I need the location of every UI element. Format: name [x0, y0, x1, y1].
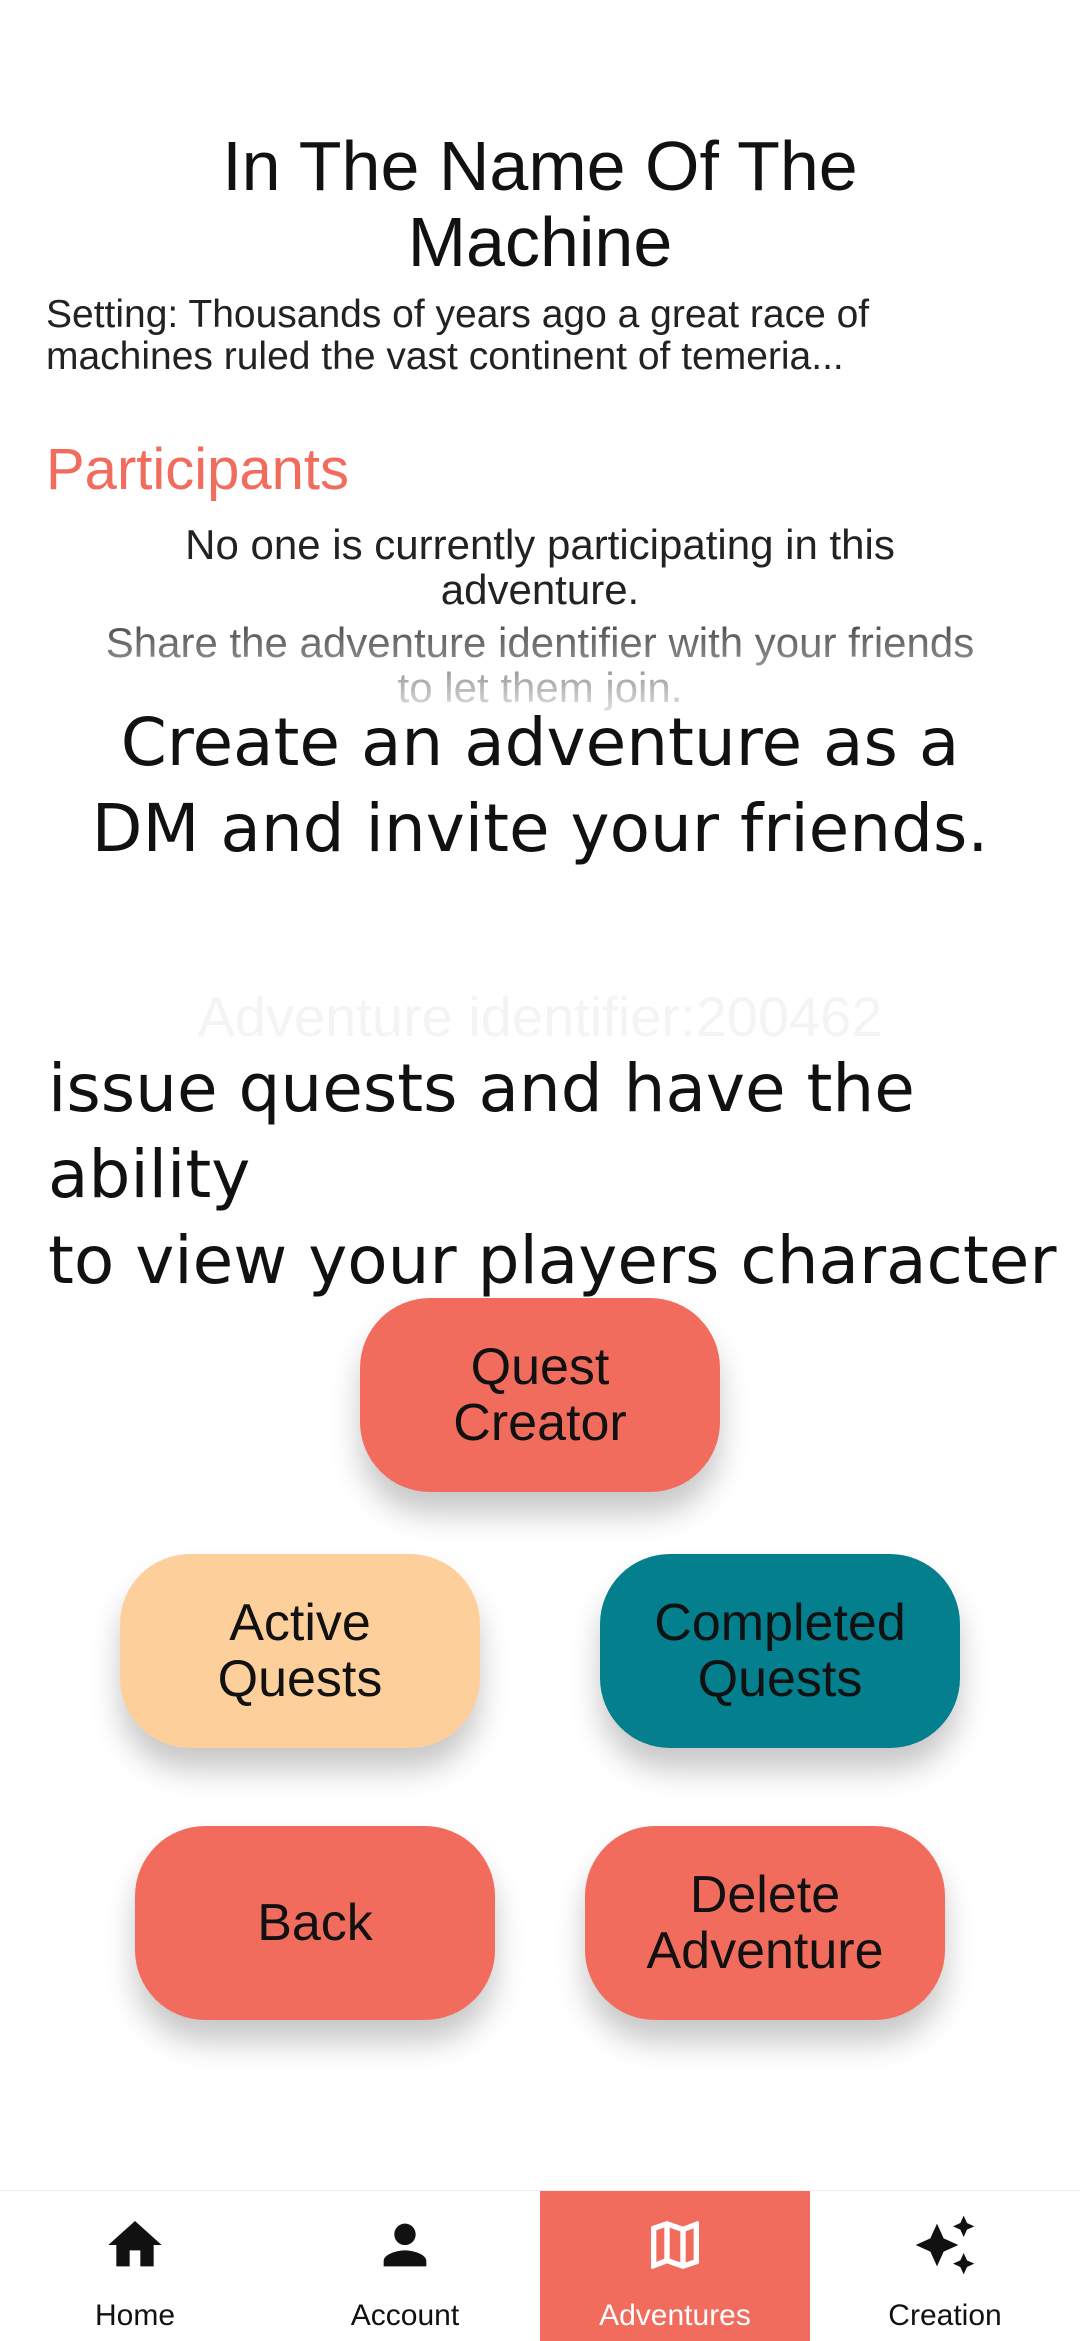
- nav-label-account: Account: [350, 2299, 460, 2332]
- nav-item-account[interactable]: Account: [270, 2191, 540, 2341]
- person-icon: [383, 2223, 427, 2267]
- create-adventure-message: Create an adventure as a DM and invite y…: [91, 704, 989, 867]
- home-icon: [108, 2221, 162, 2267]
- participants-empty-message: No one is currently participating in thi…: [185, 521, 895, 613]
- quest-creator-button[interactable]: Quest Creator: [360, 1298, 720, 1492]
- dm-abilities-line-2: to view your players character: [48, 1222, 1057, 1299]
- adventure-title: In The Name Of The Machine: [222, 127, 858, 281]
- nav-item-adventures[interactable]: Adventures: [540, 2191, 810, 2341]
- adventure-identifier-label: Adventure identifier:: [197, 985, 696, 1048]
- active-quests-button[interactable]: Active Quests: [120, 1554, 480, 1748]
- bottom-navigation: Home Account Adventures Creation: [0, 2190, 1080, 2341]
- share-hint-container: Share the adventure identifier with your…: [100, 620, 980, 712]
- dm-abilities-line-1: issue quests and have the ability: [48, 1050, 915, 1213]
- delete-adventure-button[interactable]: Delete Adventure: [585, 1826, 945, 2020]
- map-icon: [651, 2221, 699, 2269]
- status-bar: [0, 18, 1080, 58]
- nav-label-home: Home: [94, 2299, 176, 2332]
- completed-quests-button[interactable]: Completed Quests: [600, 1554, 960, 1748]
- adventure-identifier-value: 200462: [695, 985, 883, 1048]
- nav-item-home[interactable]: Home: [0, 2191, 270, 2341]
- share-hint: Share the adventure identifier with your…: [105, 620, 975, 711]
- back-button[interactable]: Back: [135, 1826, 495, 2020]
- adventure-identifier: Adventure identifier:200462: [120, 984, 960, 1049]
- nav-item-creation[interactable]: Creation: [810, 2191, 1080, 2341]
- participants-heading: Participants: [46, 437, 350, 502]
- nav-label-adventures: Adventures: [599, 2299, 751, 2332]
- sparkle-icon: [915, 2215, 975, 2275]
- adventure-setting: Setting: Thousands of years ago a great …: [46, 293, 870, 378]
- nav-label-creation: Creation: [888, 2299, 1002, 2332]
